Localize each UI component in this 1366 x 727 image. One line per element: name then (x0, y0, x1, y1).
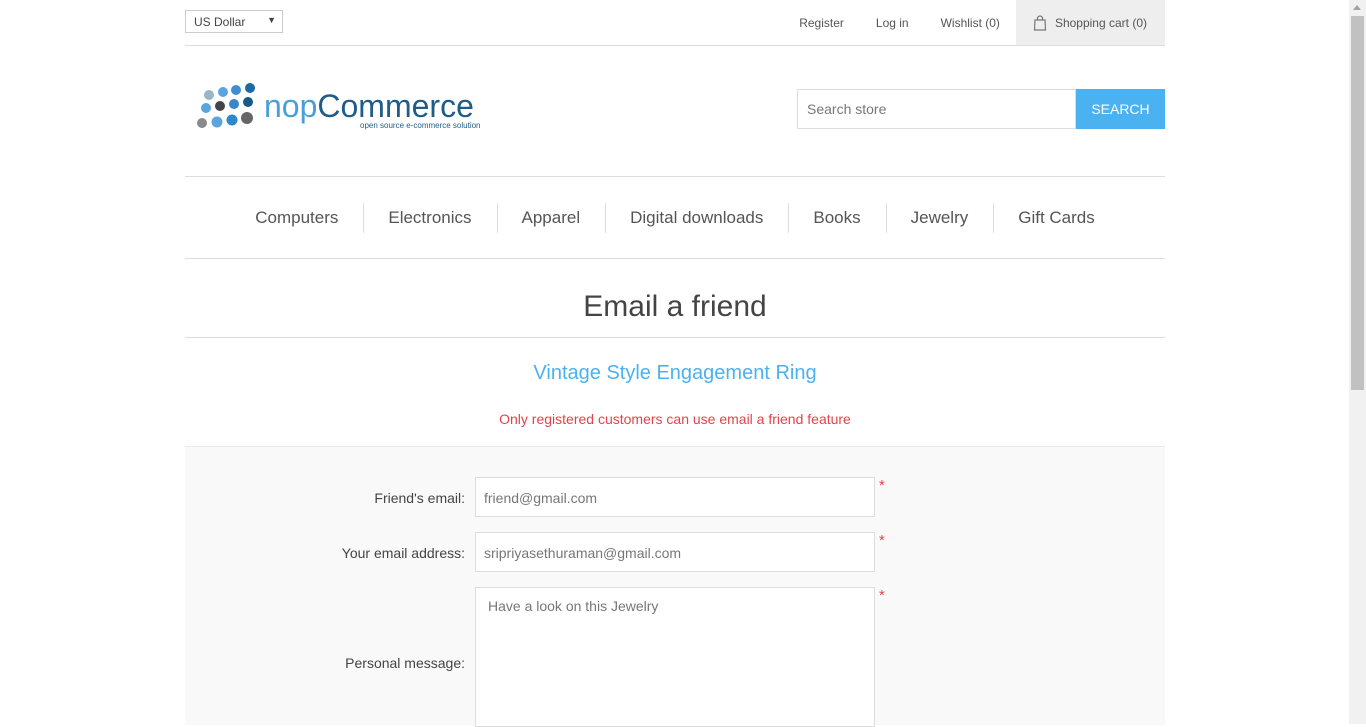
error-message: Only registered customers can use email … (499, 411, 851, 427)
logo-text-nop: nop (264, 88, 317, 124)
currency-select[interactable]: US Dollar ▼ (185, 10, 283, 33)
svg-text:nopCommerce: nopCommerce (264, 88, 474, 124)
your-email-input[interactable]: sripriyasethuraman@gmail.com (475, 532, 875, 572)
register-link[interactable]: Register (799, 16, 844, 30)
login-link[interactable]: Log in (876, 16, 909, 30)
required-mark: * (879, 532, 885, 549)
friend-email-input[interactable]: friend@gmail.com (475, 477, 875, 517)
your-email-label: Your email address: (341, 545, 465, 561)
header-links: Register Log in Wishlist (0) Shopping ca… (783, 0, 1165, 45)
wishlist-link[interactable]: Wishlist (0) (941, 16, 1000, 30)
menu-item-electronics[interactable]: Electronics (363, 202, 496, 233)
dropdown-arrow-icon: ▼ (267, 15, 276, 25)
logo-text-commerce: Commerce (317, 88, 473, 124)
product-name-link[interactable]: Vintage Style Engagement Ring (185, 362, 1165, 385)
search-input[interactable]: Search store (797, 89, 1076, 129)
menu-item-jewelry[interactable]: Jewelry (885, 202, 994, 233)
search-button[interactable]: SEARCH (1076, 89, 1165, 129)
menu-item-books[interactable]: Books (788, 202, 885, 233)
page-container: US Dollar ▼ Register Log in Wishlist (0)… (185, 0, 1165, 727)
menu-item-apparel[interactable]: Apparel (496, 202, 606, 233)
search-area: Search store SEARCH (797, 89, 1165, 129)
header-top-bar: US Dollar ▼ Register Log in Wishlist (0)… (185, 0, 1165, 46)
friend-email-label: Friend's email: (374, 490, 465, 506)
email-a-friend-form: Friend's email: friend@gmail.com * Your … (185, 446, 1165, 727)
scrollbar-thumb[interactable] (1351, 16, 1364, 390)
menu-item-computers[interactable]: Computers (230, 203, 363, 233)
personal-message-textarea[interactable]: Have a look on this Jewelry (475, 587, 875, 727)
title-divider (185, 337, 1165, 338)
logo-tagline: open source e-commerce solution (360, 121, 481, 130)
required-mark: * (879, 477, 885, 494)
scroll-up-arrow-icon[interactable] (1353, 5, 1361, 10)
personal-message-label: Personal message: (345, 655, 465, 671)
shopping-cart-label: Shopping cart (0) (1054, 15, 1147, 30)
shopping-cart-link[interactable]: Shopping cart (0) (1015, 0, 1165, 45)
shopping-bag-icon (1033, 14, 1047, 31)
menu-item-digital-downloads[interactable]: Digital downloads (605, 202, 788, 233)
menu-item-gift-cards[interactable]: Gift Cards (993, 202, 1120, 233)
required-mark: * (879, 587, 885, 604)
page-title: Email a friend (583, 290, 767, 323)
vertical-scrollbar[interactable] (1349, 0, 1366, 724)
top-menu: Computers Electronics Apparel Digital do… (185, 176, 1165, 259)
currency-selected-value: US Dollar (194, 15, 246, 29)
nopcommerce-logo-icon: nopCommerce open source e-commerce solut… (197, 83, 481, 130)
store-logo[interactable]: nopCommerce open source e-commerce solut… (190, 82, 495, 134)
